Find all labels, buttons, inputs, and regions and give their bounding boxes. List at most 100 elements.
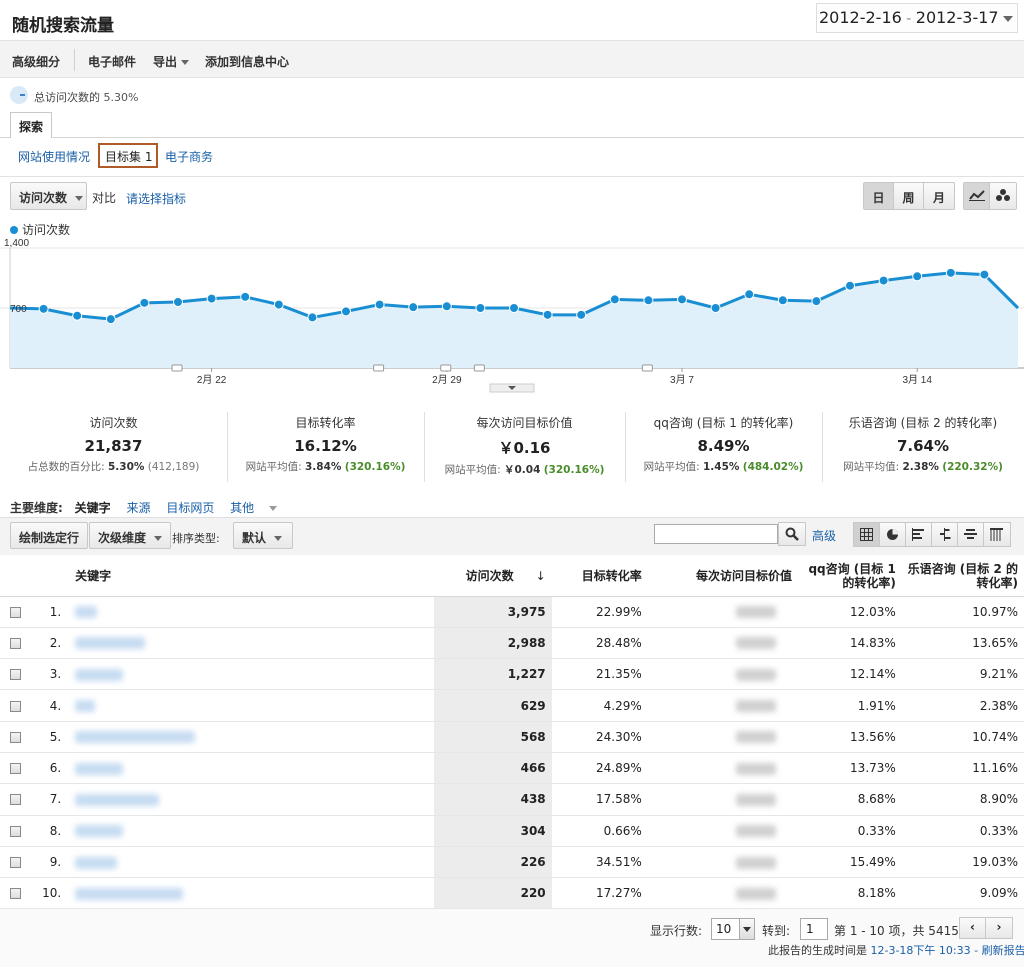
- table-row[interactable]: 5. 568 24.30% 13.56% 10.74%: [0, 721, 1024, 753]
- annotation-marker-icon[interactable]: [473, 364, 485, 372]
- advanced-filter-link[interactable]: 高级: [812, 527, 836, 544]
- chart-point[interactable]: [341, 306, 351, 317]
- row-keyword[interactable]: [67, 783, 434, 816]
- metric-select[interactable]: 访问次数: [10, 182, 87, 210]
- chart-point[interactable]: [811, 296, 822, 307]
- secondary-dimension-select[interactable]: 次级维度: [89, 522, 172, 549]
- row-keyword[interactable]: [67, 596, 434, 628]
- dimension-other[interactable]: 其他: [230, 501, 289, 515]
- chart-point[interactable]: [441, 301, 452, 312]
- header-visits[interactable]: 访问次数 ↓: [433, 556, 552, 597]
- row-checkbox[interactable]: [9, 669, 21, 681]
- next-page-button[interactable]: ›: [986, 918, 1012, 938]
- rows-per-page-select[interactable]: 10: [711, 918, 755, 940]
- term-cloud-view-button[interactable]: [958, 523, 984, 546]
- chart-point[interactable]: [139, 297, 150, 308]
- search-button[interactable]: [778, 522, 806, 546]
- row-keyword[interactable]: [67, 815, 434, 847]
- chart-point[interactable]: [240, 291, 251, 302]
- chart-point[interactable]: [307, 312, 318, 323]
- table-row[interactable]: 7. 438 17.58% 8.68% 8.90%: [0, 783, 1024, 816]
- annotation-marker-icon[interactable]: [440, 364, 452, 372]
- header-per-visit-goal-value[interactable]: 每次访问目标价值: [671, 556, 796, 597]
- dimension-landing-page[interactable]: 目标网页: [166, 501, 214, 515]
- chart-point[interactable]: [273, 299, 284, 310]
- chart-point[interactable]: [206, 293, 217, 304]
- month-button[interactable]: 月: [924, 183, 954, 209]
- comparison-view-button[interactable]: [932, 523, 958, 546]
- row-checkbox[interactable]: [9, 637, 21, 649]
- table-row[interactable]: 9. 226 34.51% 15.49% 19.03%: [0, 846, 1024, 879]
- chart-point[interactable]: [509, 303, 519, 313]
- tab-explore[interactable]: 探索: [10, 112, 52, 138]
- dimension-keyword[interactable]: 关键字: [75, 501, 111, 515]
- row-checkbox[interactable]: [9, 888, 21, 900]
- chart-point[interactable]: [105, 314, 116, 325]
- chart-point[interactable]: [878, 275, 889, 286]
- row-keyword[interactable]: [67, 877, 434, 910]
- row-checkbox[interactable]: [9, 825, 21, 837]
- row-checkbox[interactable]: [9, 731, 21, 743]
- chart-point[interactable]: [845, 280, 855, 291]
- performance-view-button[interactable]: [906, 523, 932, 546]
- chart-point[interactable]: [38, 303, 49, 314]
- row-checkbox[interactable]: [9, 763, 21, 775]
- subtab-goal-set-1[interactable]: 目标集 1: [98, 143, 158, 168]
- advanced-segment-button[interactable]: 高级细分: [12, 53, 60, 70]
- chart-point[interactable]: [643, 295, 654, 306]
- chart-point[interactable]: [945, 267, 956, 278]
- header-keyword[interactable]: 关键字: [67, 556, 434, 597]
- export-button[interactable]: 导出: [153, 53, 190, 70]
- chart-point[interactable]: [744, 289, 755, 300]
- row-keyword[interactable]: [67, 721, 434, 753]
- chart-point[interactable]: [173, 297, 183, 307]
- row-checkbox[interactable]: [9, 606, 21, 618]
- dimension-source[interactable]: 来源: [126, 501, 150, 515]
- subtab-ecommerce[interactable]: 电子商务: [165, 148, 213, 165]
- chart-point[interactable]: [475, 303, 486, 313]
- table-row[interactable]: 3. 1,227 21.35% 12.14% 9.21%: [0, 658, 1024, 691]
- header-goal-conversion-rate[interactable]: 目标转化率: [551, 556, 672, 597]
- annotation-marker-icon[interactable]: [641, 364, 653, 372]
- table-row[interactable]: 4. 629 4.29% 1.91% 2.38%: [0, 689, 1024, 722]
- chart-point[interactable]: [677, 294, 687, 305]
- date-range-picker[interactable]: 2012-2-16 - 2012-3-17: [816, 3, 1018, 33]
- header-leyu-conversion[interactable]: 乐语咨询 (目标 2 的转化率): [901, 556, 1024, 597]
- plot-rows-button[interactable]: 绘制选定行: [10, 522, 89, 549]
- choose-metric-link[interactable]: 请选择指标: [126, 190, 186, 207]
- table-view-button[interactable]: [854, 523, 880, 546]
- row-keyword[interactable]: [67, 846, 434, 879]
- goto-page-input[interactable]: 1: [800, 918, 828, 940]
- chart-point[interactable]: [912, 271, 923, 282]
- table-row[interactable]: 10. 220 17.27% 8.18% 9.09%: [0, 877, 1024, 910]
- table-row[interactable]: 1. 3,975 22.99% 12.03% 10.97%: [0, 596, 1024, 628]
- annotation-marker-icon[interactable]: [171, 364, 183, 372]
- chart-point[interactable]: [542, 309, 553, 320]
- pie-view-button[interactable]: [880, 523, 906, 546]
- refresh-report-link[interactable]: - 刷新报告: [974, 944, 1024, 957]
- chart-point[interactable]: [609, 294, 620, 305]
- chart-point[interactable]: [72, 310, 83, 321]
- prev-page-button[interactable]: ‹: [960, 918, 986, 938]
- subtab-site-usage[interactable]: 网站使用情况: [18, 148, 90, 165]
- row-checkbox[interactable]: [9, 700, 21, 712]
- header-qq-conversion[interactable]: qq咨询 (目标 1 的转化率): [795, 556, 902, 597]
- email-button[interactable]: 电子邮件: [88, 53, 136, 70]
- row-keyword[interactable]: [67, 627, 434, 660]
- add-to-dashboard-button[interactable]: 添加到信息中心: [205, 53, 289, 70]
- table-row[interactable]: 6. 466 24.89% 13.73% 11.16%: [0, 752, 1024, 785]
- row-keyword[interactable]: [67, 689, 434, 722]
- table-row[interactable]: 2. 2,988 28.48% 14.83% 13.65%: [0, 627, 1024, 660]
- sort-type-select[interactable]: 默认: [233, 522, 293, 549]
- chart-point[interactable]: [777, 295, 788, 306]
- chart-point[interactable]: [374, 299, 385, 310]
- row-keyword[interactable]: [67, 658, 434, 691]
- week-button[interactable]: 周: [894, 183, 924, 209]
- chart-point[interactable]: [979, 269, 990, 280]
- row-checkbox[interactable]: [9, 794, 21, 806]
- row-keyword[interactable]: [67, 752, 434, 785]
- chart-point[interactable]: [408, 302, 419, 313]
- annotation-marker-icon[interactable]: [373, 364, 385, 372]
- table-search-input[interactable]: [654, 524, 778, 544]
- pivot-view-button[interactable]: [984, 523, 1010, 546]
